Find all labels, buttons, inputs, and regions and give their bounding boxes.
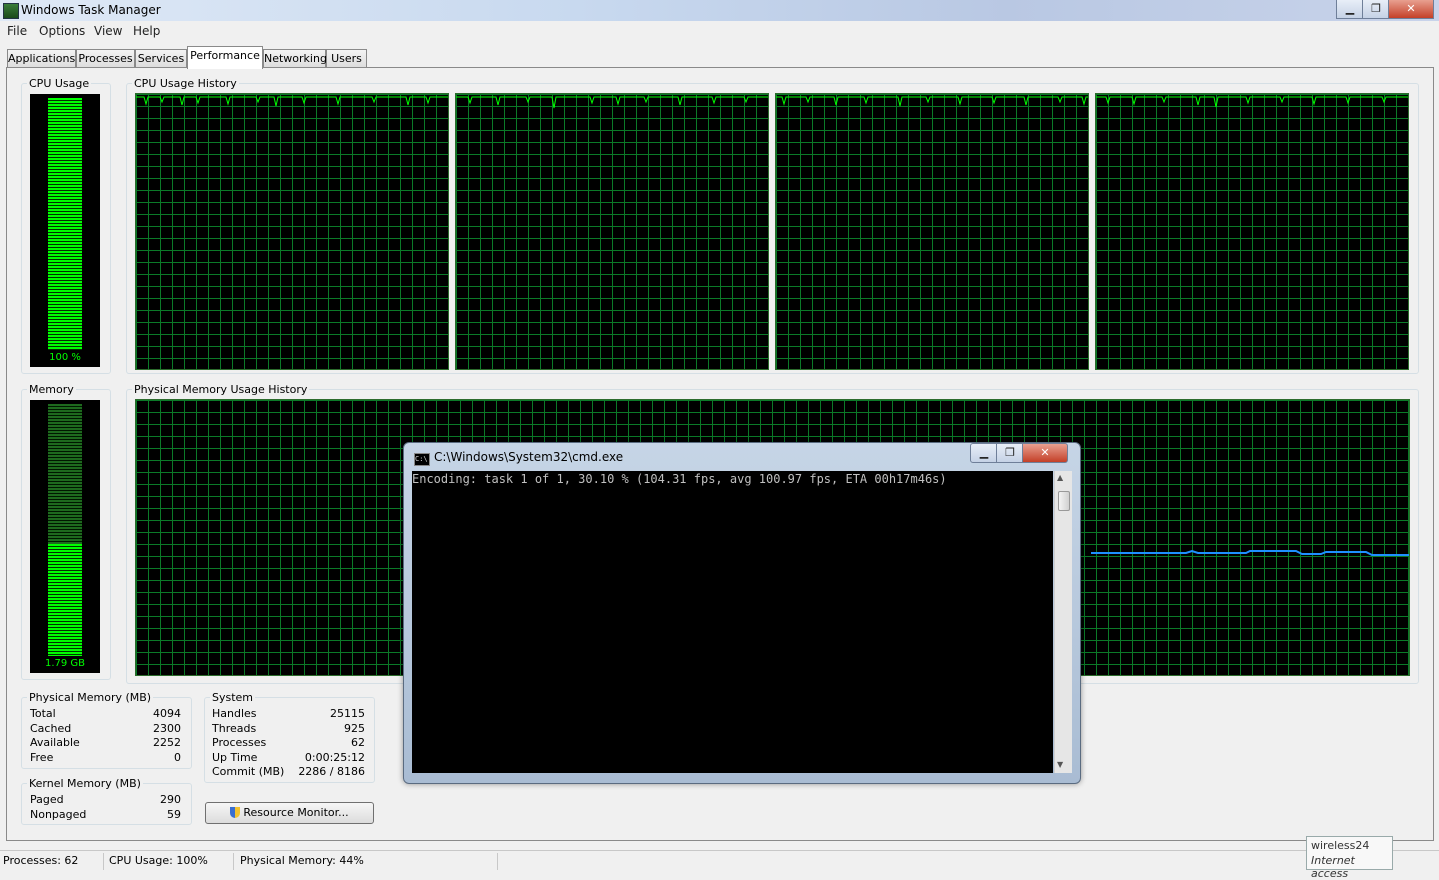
window-title: Windows Task Manager	[21, 3, 161, 17]
shield-icon	[230, 807, 241, 818]
menu-help[interactable]: Help	[133, 24, 160, 38]
status-separator	[497, 853, 498, 870]
cpu-core-4-graph	[1095, 93, 1409, 370]
title-bar[interactable]: Windows Task Manager ▁ ❐ ✕	[0, 0, 1439, 21]
cpu-core-3-line	[776, 96, 1088, 107]
tab-users[interactable]: Users	[326, 49, 367, 68]
cpu-core-1-line	[136, 96, 448, 107]
close-button[interactable]: ✕	[1388, 0, 1434, 19]
memory-meter: 1.79 GB	[30, 400, 100, 673]
menu-view[interactable]: View	[94, 24, 122, 38]
tooltip-network-name: wireless24	[1311, 839, 1370, 852]
status-bar: Processes: 62 CPU Usage: 100% Physical M…	[0, 850, 1439, 872]
cmd-scrollbar[interactable]: ▲ ▼	[1054, 471, 1072, 773]
sys-threads-value: 925	[344, 722, 365, 735]
tab-applications[interactable]: Applications	[7, 49, 76, 68]
cmd-output: Encoding: task 1 of 1, 30.10 % (104.31 f…	[412, 472, 947, 486]
tab-performance[interactable]: Performance	[187, 46, 263, 69]
status-memory: Physical Memory: 44%	[240, 854, 364, 867]
sys-commit-value: 2286 / 8186	[298, 765, 365, 778]
cpu-core-2-graph	[455, 93, 769, 370]
status-processes: Processes: 62	[3, 854, 79, 867]
cmd-close-button[interactable]: ✕	[1022, 443, 1068, 463]
memory-usage-value: 1.79 GB	[44, 658, 86, 669]
kernel-memory-title: Kernel Memory (MB)	[27, 777, 143, 790]
scroll-thumb[interactable]	[1058, 491, 1070, 511]
cpu-core-2-line	[456, 96, 768, 109]
pm-total-label: Total	[30, 707, 56, 720]
cmd-minimize-button[interactable]: ▁	[970, 443, 998, 463]
maximize-button[interactable]: ❐	[1362, 0, 1390, 19]
km-paged-value: 290	[160, 793, 181, 806]
sys-commit-label: Commit (MB)	[212, 765, 285, 778]
sys-handles-value: 25115	[330, 707, 365, 720]
sys-threads-label: Threads	[212, 722, 257, 735]
pm-total-value: 4094	[153, 707, 181, 720]
system-title: System	[210, 691, 256, 704]
network-tooltip: wireless24 Internet access	[1306, 836, 1393, 880]
cpu-history-label: CPU Usage History	[132, 77, 239, 90]
status-separator	[103, 853, 104, 870]
cmd-maximize-button[interactable]: ❐	[996, 443, 1024, 463]
tooltip-network-status: Internet access	[1311, 854, 1355, 880]
memory-meter-used	[48, 544, 82, 656]
pm-free-value: 0	[174, 751, 181, 764]
memory-history-label: Physical Memory Usage History	[132, 383, 310, 396]
physical-memory-title: Physical Memory (MB)	[27, 691, 154, 704]
cmd-title: C:\Windows\System32\cmd.exe	[434, 450, 624, 464]
menu-file[interactable]: File	[7, 24, 27, 38]
menu-bar: File Options View Help	[0, 21, 1439, 41]
pm-cached-label: Cached	[30, 722, 72, 735]
cmd-icon: C:\	[414, 453, 430, 466]
sys-processes-label: Processes	[212, 736, 267, 749]
pm-available-label: Available	[30, 736, 80, 749]
memory-label: Memory	[27, 383, 76, 396]
sys-uptime-value: 0:00:25:12	[304, 751, 365, 764]
scroll-down-arrow-icon[interactable]: ▼	[1057, 760, 1063, 769]
memory-history-line	[1091, 549, 1409, 556]
cpu-core-1-graph	[135, 93, 449, 370]
pm-available-value: 2252	[153, 736, 181, 749]
memory-meter-free	[48, 404, 82, 544]
cpu-meter: 100 %	[30, 94, 100, 367]
sys-processes-value: 62	[351, 736, 365, 749]
status-separator	[233, 853, 234, 870]
km-paged-label: Paged	[30, 793, 64, 806]
resource-monitor-button[interactable]: Resource Monitor...	[205, 802, 374, 824]
tab-services[interactable]: Services	[135, 49, 187, 68]
cpu-meter-bar	[48, 98, 82, 350]
minimize-button[interactable]: ▁	[1336, 0, 1364, 19]
menu-options[interactable]: Options	[39, 24, 85, 38]
cpu-core-3-graph	[775, 93, 1089, 370]
tab-networking[interactable]: Networking	[263, 49, 327, 68]
sys-handles-label: Handles	[212, 707, 257, 720]
tab-processes[interactable]: Processes	[76, 49, 135, 68]
task-manager-icon	[3, 3, 19, 19]
resource-monitor-label: Resource Monitor...	[243, 806, 349, 819]
status-cpu: CPU Usage: 100%	[109, 854, 208, 867]
cpu-core-4-line	[1096, 96, 1408, 108]
km-nonpaged-value: 59	[167, 808, 181, 821]
cpu-usage-label: CPU Usage	[27, 77, 92, 90]
sys-uptime-label: Up Time	[212, 751, 258, 764]
cpu-usage-value: 100 %	[49, 352, 81, 363]
km-nonpaged-label: Nonpaged	[30, 808, 87, 821]
pm-free-label: Free	[30, 751, 54, 764]
scroll-up-arrow-icon[interactable]: ▲	[1057, 473, 1063, 482]
pm-cached-value: 2300	[153, 722, 181, 735]
cmd-console[interactable]	[412, 471, 1053, 773]
